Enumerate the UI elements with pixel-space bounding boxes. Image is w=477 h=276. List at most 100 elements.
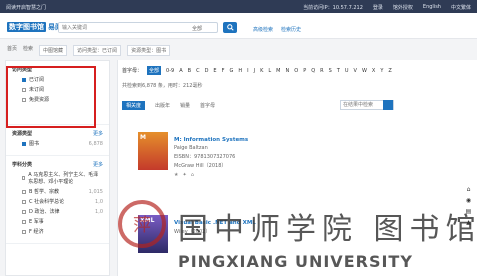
letter[interactable]: M: [276, 68, 280, 74]
letter[interactable]: L: [268, 68, 271, 74]
checkbox-icon: [22, 229, 26, 234]
book-isbn: EISBN：9781307327076: [174, 154, 236, 160]
english-link[interactable]: English: [423, 4, 441, 11]
favorite-icon[interactable]: ★: [174, 172, 178, 178]
letter[interactable]: C: [196, 68, 200, 74]
letter[interactable]: U: [345, 68, 349, 74]
subject-label: D 政治、法律: [29, 209, 60, 215]
highlight-box: [6, 66, 96, 128]
letter[interactable]: T: [337, 68, 340, 74]
share-icon[interactable]: ✦: [182, 172, 186, 178]
results-search-box: [340, 100, 394, 110]
filter-count: 6,878: [88, 140, 103, 147]
advanced-search-link[interactable]: 高级检索: [253, 26, 273, 33]
letter[interactable]: K: [260, 68, 263, 74]
letter[interactable]: Q: [311, 68, 315, 74]
bookshelf-icon[interactable]: ▤: [466, 208, 472, 215]
book-author: Paige Baltzan: [174, 145, 208, 151]
traditional-chinese-link[interactable]: 中文繁体: [451, 4, 471, 11]
letter[interactable]: Z: [388, 68, 391, 74]
filter-chip-collection[interactable]: 中图馆藏: [39, 45, 68, 56]
filter-chip-access[interactable]: 访问类型：已订阅: [73, 45, 122, 56]
sort-relevance-button[interactable]: 相关度: [122, 101, 146, 110]
subject-count: 1,015: [88, 188, 103, 195]
letter[interactable]: E: [213, 68, 216, 74]
results-search-button[interactable]: [383, 100, 393, 110]
book-cover[interactable]: M: [138, 132, 168, 170]
subject-label: E 军事: [29, 219, 44, 225]
login-link[interactable]: 登录: [373, 4, 383, 11]
subject-item[interactable]: A 马克思主义、列宁主义、毛泽东思想、邓小平理论: [22, 171, 103, 185]
result-item[interactable]: M M: Information Systems Paige Baltzan E…: [122, 120, 472, 190]
letter[interactable]: A: [179, 68, 182, 74]
subject-count: 1,0: [95, 198, 103, 205]
sort-sales-button[interactable]: 销量: [180, 102, 190, 109]
book-cover[interactable]: XML: [138, 215, 168, 253]
top-bar: 阅读开启智慧之门 当前访问IP：10.57.7.212 登录 馆外授权 Engl…: [0, 0, 477, 13]
letter[interactable]: Y: [380, 68, 383, 74]
results-search-input[interactable]: [341, 101, 383, 109]
subject-label: C 社会科学总论: [29, 199, 65, 205]
book-title[interactable]: M: Information Systems: [174, 137, 248, 143]
subject-item[interactable]: F 经济: [22, 228, 103, 235]
letter[interactable]: W: [362, 68, 367, 74]
bookshelf-icon[interactable]: ⌂: [191, 172, 194, 178]
checkbox-icon: [22, 176, 26, 180]
subject-label: F 经济: [29, 229, 44, 235]
checkbox-icon: [22, 219, 26, 224]
breadcrumb-home[interactable]: 首页: [7, 45, 17, 56]
subject-item[interactable]: E 军事: [22, 218, 103, 225]
logo-brand: 数字图书馆: [7, 22, 46, 32]
offsite-auth-link[interactable]: 馆外授权: [393, 4, 413, 11]
checkbox-icon: [22, 209, 26, 214]
letter[interactable]: V: [354, 68, 357, 74]
letter[interactable]: H: [238, 68, 242, 74]
letter[interactable]: B: [188, 68, 191, 74]
letter[interactable]: F: [222, 68, 225, 74]
subject-title: 学科分类: [12, 162, 33, 168]
header: 数字图书馆 易阅通 全部 高级检索 检索历史: [0, 13, 477, 39]
letter[interactable]: D: [205, 68, 209, 74]
filter-chip-resource[interactable]: 资源类型：图书: [127, 45, 171, 56]
sort-year-button[interactable]: 出版年: [155, 102, 170, 109]
wechat-icon[interactable]: ◉: [466, 197, 471, 204]
search-box: 全部: [58, 22, 237, 33]
more-link[interactable]: 更多: [93, 130, 103, 137]
subject-item[interactable]: B 哲学、宗教 1,015: [22, 188, 103, 195]
search-history-link[interactable]: 检索历史: [281, 26, 301, 33]
subject-item[interactable]: C 社会科学总论 1,0: [22, 198, 103, 205]
book-title[interactable]: Visual Basic .NET and XML: [174, 220, 256, 226]
letter[interactable]: 0-9: [166, 68, 174, 74]
sort-letter-button[interactable]: 首字母: [200, 102, 215, 109]
sort-toolbar: 相关度 出版年 销量 首字母: [122, 101, 215, 110]
search-button[interactable]: [223, 22, 237, 33]
letter[interactable]: P: [303, 68, 306, 74]
letter[interactable]: I: [247, 68, 248, 74]
subject-label: B 哲学、宗教: [29, 189, 60, 195]
back-to-top-icon[interactable]: ▲: [466, 219, 471, 226]
checkbox-icon: [22, 199, 26, 204]
cover-tag: M: [140, 134, 146, 141]
letter[interactable]: G: [229, 68, 233, 74]
home-icon[interactable]: ⌂: [467, 186, 471, 193]
current-ip: 当前访问IP：10.57.7.212: [303, 5, 363, 11]
result-count: 共检索到6,878 条，用时：212毫秒: [122, 83, 203, 89]
subject-item[interactable]: D 政治、法律 1,0: [22, 208, 103, 215]
letter[interactable]: S: [329, 68, 332, 74]
letter[interactable]: O: [294, 68, 298, 74]
breadcrumb-search[interactable]: 检索: [23, 45, 33, 56]
topbar-slogan: 阅读开启智慧之门: [6, 5, 47, 11]
alphabet-filter: 首字母： 全部 0-9 A B C D E F G H I J K L M N …: [122, 66, 392, 75]
letter[interactable]: R: [320, 68, 323, 74]
search-input[interactable]: [59, 23, 177, 32]
alphabet-all[interactable]: 全部: [147, 66, 162, 75]
filter-books[interactable]: 图书 6,878: [22, 140, 103, 147]
result-item[interactable]: XML Visual Basic .NET and XML Wiley（2002…: [122, 203, 472, 273]
letter[interactable]: J: [254, 68, 255, 74]
more-link[interactable]: 更多: [93, 161, 103, 168]
subject-count: 1,0: [95, 208, 103, 215]
alphabet-label: 首字母：: [122, 68, 143, 74]
letter[interactable]: X: [372, 68, 375, 74]
letter[interactable]: N: [286, 68, 290, 74]
search-scope-select[interactable]: 全部: [192, 25, 202, 32]
